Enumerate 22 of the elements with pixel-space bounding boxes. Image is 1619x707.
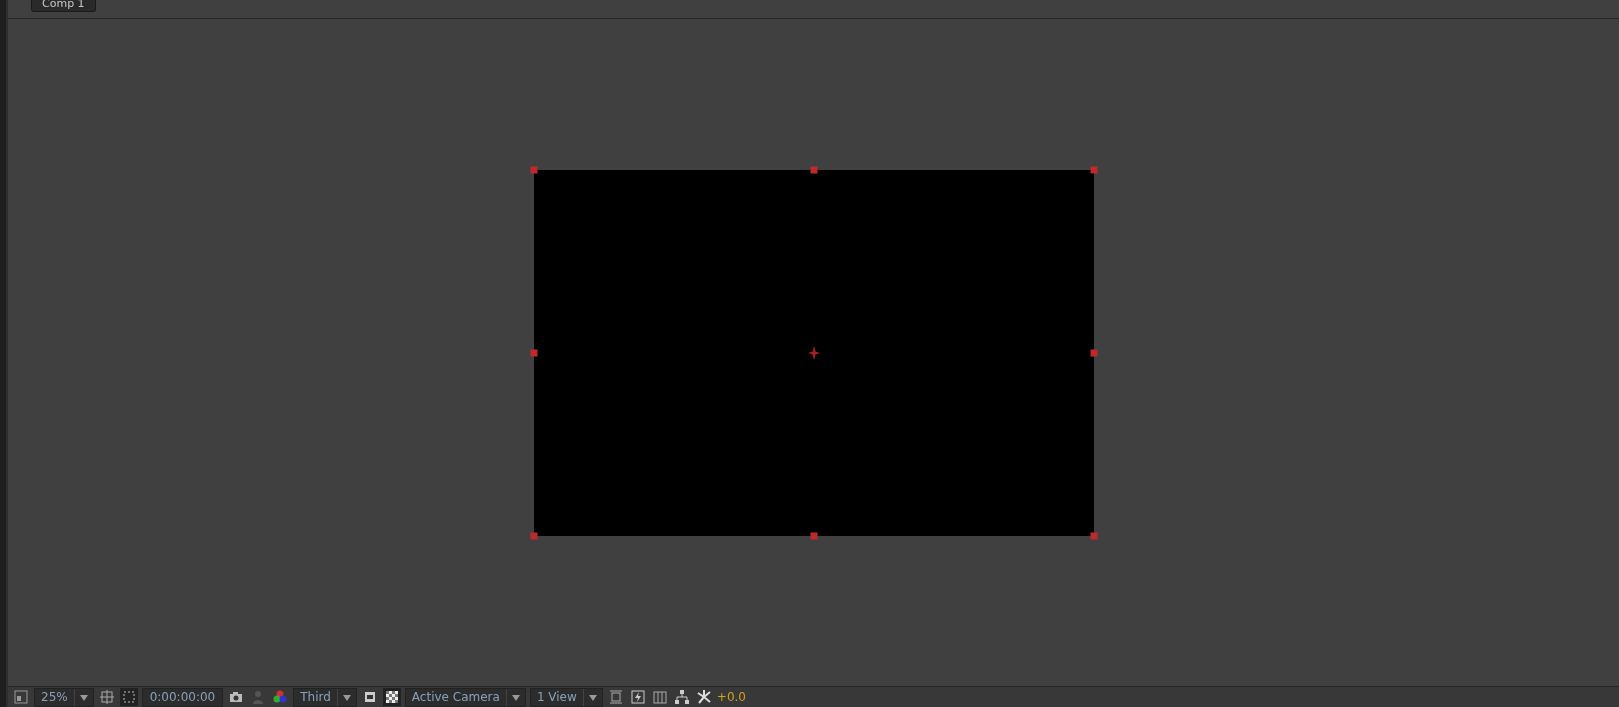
dropdown[interactable]: 25%: [34, 687, 94, 707]
exposure-value[interactable]: +0.0: [716, 690, 746, 704]
dashed-square-icon[interactable]: [119, 688, 138, 706]
checkerboard-icon[interactable]: [382, 688, 401, 706]
layout-icon[interactable]: [12, 688, 30, 706]
resize-handle[interactable]: [530, 349, 537, 356]
anchor-point-icon[interactable]: [807, 345, 820, 360]
timecode-field[interactable]: 0:00:00:00: [141, 687, 224, 707]
columns-icon[interactable]: [650, 688, 669, 706]
dropdown[interactable]: Active Camera: [404, 687, 526, 707]
resize-handle[interactable]: [1090, 349, 1097, 356]
resize-handle[interactable]: [1090, 166, 1097, 173]
resize-handle[interactable]: [810, 532, 817, 539]
resize-handle[interactable]: [1090, 532, 1097, 539]
hierarchy-icon[interactable]: [672, 688, 691, 706]
bolt-icon[interactable]: [628, 688, 647, 706]
dropdown[interactable]: Third: [293, 687, 357, 707]
resize-handle[interactable]: [810, 166, 817, 173]
crosshair-icon[interactable]: [97, 688, 116, 706]
resize-handle[interactable]: [530, 166, 537, 173]
resize-handle[interactable]: [530, 532, 537, 539]
dropdown[interactable]: 1 View: [529, 687, 603, 707]
